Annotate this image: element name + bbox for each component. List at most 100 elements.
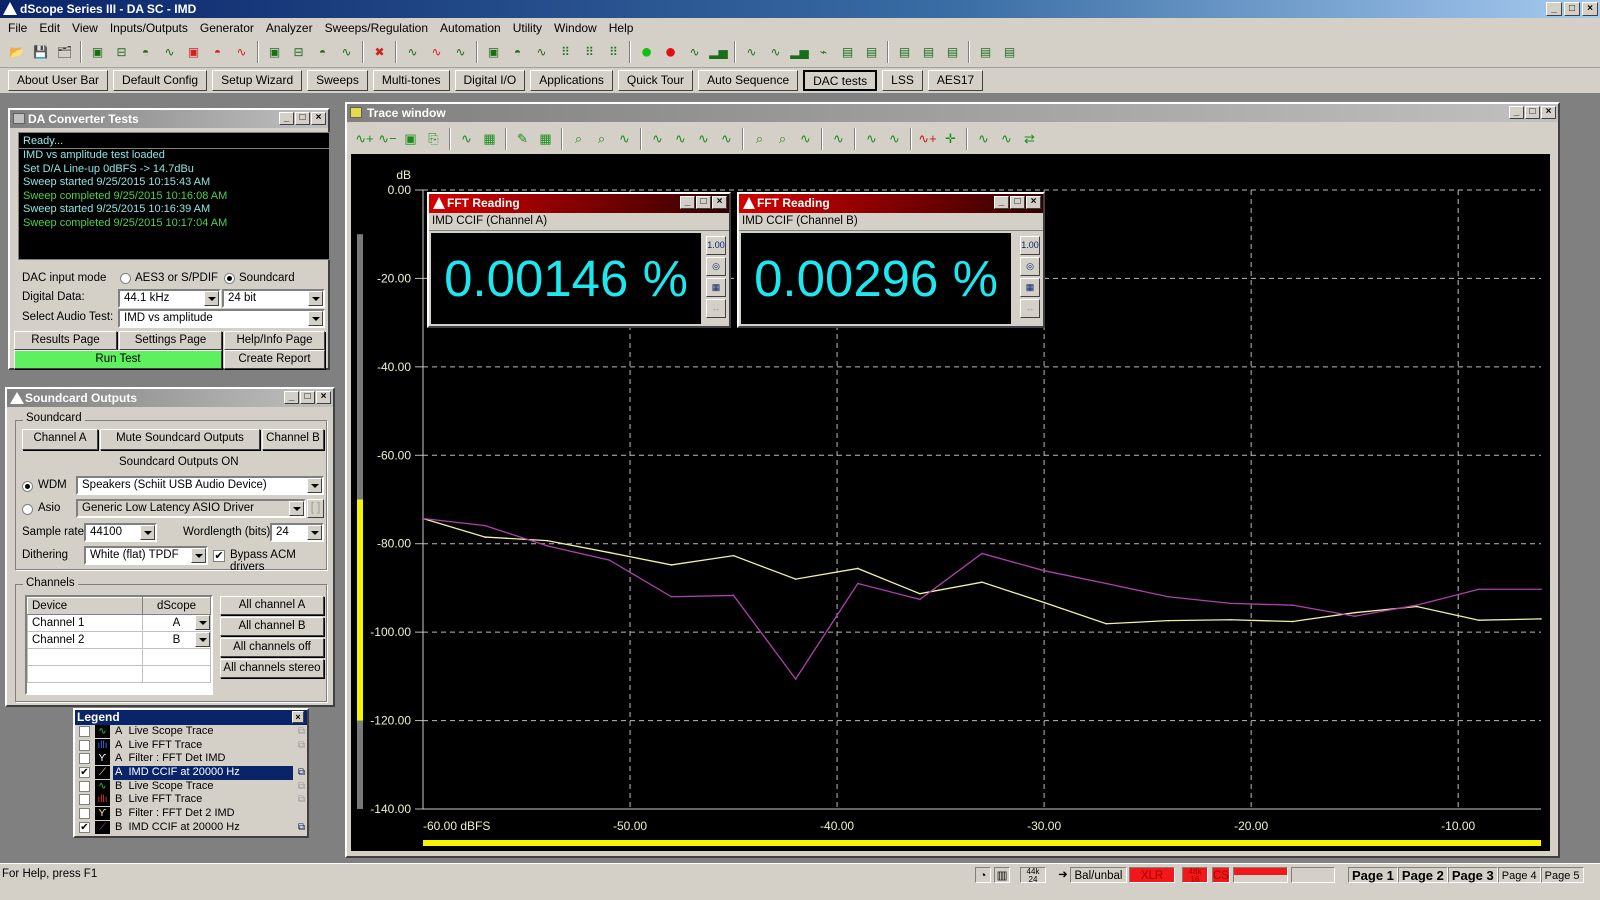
user-bar-applications-button[interactable]: Applications (530, 70, 613, 91)
channel-ab-icon[interactable]: ⠿ (603, 42, 624, 63)
numeric-icon[interactable]: ▦ (536, 129, 555, 150)
fft-wave-icon[interactable]: ∿ (684, 42, 705, 63)
close-button[interactable]: × (1582, 2, 1598, 16)
zoom-x-out-icon[interactable]: ⌕ (592, 129, 611, 150)
menu-window[interactable]: Window (548, 18, 603, 37)
legend-checkbox[interactable] (79, 726, 90, 737)
open-icon[interactable]: 📂 (6, 42, 27, 63)
page-tab-5[interactable]: Page 5 (1540, 867, 1584, 883)
close-button[interactable]: × (316, 391, 331, 404)
ab-wave-icon[interactable]: ∿ (531, 42, 552, 63)
gen-off-wave-icon[interactable]: ∿ (231, 42, 252, 63)
chevron-down-icon[interactable] (307, 478, 322, 493)
menu-edit[interactable]: Edit (33, 18, 66, 37)
asio-device-select[interactable]: Generic Low Latency ASIO Driver (76, 499, 306, 518)
page-tab-1[interactable]: Page 1 (1348, 867, 1398, 883)
chevron-down-icon[interactable] (307, 525, 322, 540)
zoom-y-out-icon[interactable]: ⌕ (773, 129, 792, 150)
fft-spectrum-icon[interactable]: ▂▅ (708, 42, 729, 63)
dscope-cell[interactable]: B (142, 631, 211, 649)
chevron-down-icon[interactable] (204, 291, 219, 306)
channel-a-icon[interactable]: ⠿ (555, 42, 576, 63)
minimize-button[interactable]: _ (1546, 2, 1562, 16)
menu-sweeps-regulation[interactable]: Sweeps/Regulation (319, 18, 434, 37)
legend-checkbox[interactable] (79, 753, 90, 765)
legend-checkbox[interactable] (79, 794, 90, 806)
user-bar-multi-tones-button[interactable]: Multi-tones (372, 70, 450, 91)
menu-view[interactable]: View (66, 18, 104, 37)
swap-icon[interactable]: ↔ (1020, 299, 1040, 318)
peak-up-icon[interactable]: ∿ (862, 129, 881, 150)
user-bar-dac-tests-button[interactable]: DAC tests (803, 70, 878, 91)
legend-item[interactable]: ıllı A Live FFT Trace ⧉ (75, 738, 307, 753)
copy-icon[interactable]: ⧉ (298, 766, 305, 780)
chevron-down-icon[interactable] (191, 548, 206, 563)
fit-icon[interactable]: ∿ (796, 129, 815, 150)
chevron-down-icon[interactable] (140, 525, 155, 540)
copy-icon[interactable]: ⧉ (298, 793, 305, 807)
remove-trace-icon[interactable]: ∿− (378, 129, 397, 150)
gen-off-meter-icon[interactable]: ▣ (183, 42, 204, 63)
menu-automation[interactable]: Automation (434, 18, 507, 37)
user-bar-aes17-button[interactable]: AES17 (927, 70, 984, 91)
in-meter-icon[interactable]: ▣ (264, 42, 285, 63)
ab-meter-icon[interactable]: ▣ (483, 42, 504, 63)
meter-icon[interactable]: 1.00 (1020, 236, 1040, 255)
dscope-cell[interactable]: A (142, 614, 211, 632)
limit-icon[interactable]: ∿ (997, 129, 1016, 150)
settings-icon[interactable]: ▦ (706, 278, 726, 297)
copy-icon[interactable]: ⧉ (298, 821, 305, 835)
trace-plot[interactable]: 0.00 -20.00 -40.00 -60.00 -80.00 -100.00 -120.… (351, 154, 1550, 851)
edit-icon[interactable]: ✎ (513, 129, 532, 150)
swap-icon[interactable]: ⇄ (1020, 129, 1039, 150)
user-bar-setup-wizard-button[interactable]: Setup Wizard (212, 70, 303, 91)
all-channels-stereo-button[interactable]: All channels stereo (220, 659, 324, 678)
audio-test-select[interactable]: IMD vs amplitude (118, 309, 325, 328)
maximize-button[interactable]: □ (696, 196, 711, 209)
script-edit-icon[interactable]: ▤ (942, 42, 963, 63)
settings-page-button[interactable]: Settings Page (119, 331, 222, 350)
wordlength-select[interactable]: 24 (270, 523, 324, 542)
create-report-button[interactable]: Create Report (224, 350, 325, 369)
meter-status-icon[interactable]: ▥ (994, 867, 1010, 883)
script-stop-icon[interactable]: ▤ (918, 42, 939, 63)
minimize-button[interactable]: _ (279, 112, 294, 125)
close-button[interactable]: × (712, 196, 727, 209)
in-wave-icon[interactable]: ∿ (336, 42, 357, 63)
swap-icon[interactable]: ↔ (706, 299, 726, 318)
user-bar-about-user-bar-button[interactable]: About User Bar (8, 70, 109, 91)
gauge-icon[interactable]: ◎ (706, 257, 726, 276)
menu-inputs-outputs[interactable]: Inputs/Outputs (104, 18, 194, 37)
user-bar-default-config-button[interactable]: Default Config (113, 70, 208, 91)
save-all-icon[interactable]: 🗂 (54, 42, 75, 63)
cursor-up-icon[interactable]: ∿ (694, 129, 713, 150)
menu-help[interactable]: Help (603, 18, 640, 37)
legend-checkbox[interactable]: ✔ (79, 821, 90, 833)
bypass-acm-checkbox[interactable]: ✔ (213, 550, 225, 562)
menu-utility[interactable]: Utility (507, 18, 548, 37)
minimize-button[interactable]: _ (284, 391, 299, 404)
trace-table-icon[interactable]: ▦ (480, 129, 499, 150)
maximize-button[interactable]: □ (1525, 106, 1540, 119)
report-icon[interactable]: ▤ (975, 42, 996, 63)
user-bar-auto-sequence-button[interactable]: Auto Sequence (698, 70, 799, 91)
results-page-button[interactable]: Results Page (14, 331, 117, 350)
peak-down-icon[interactable]: ∿ (885, 129, 904, 150)
maximize-button[interactable]: □ (300, 391, 315, 404)
sweep-off-icon[interactable]: ∿ (426, 42, 447, 63)
legend-item[interactable]: ıllı B Live FFT Trace ⧉ (75, 793, 307, 807)
dithering-select[interactable]: White (flat) TPDF (84, 546, 208, 565)
user-bar-quick-tour-button[interactable]: Quick Tour (617, 70, 694, 91)
settings-icon[interactable]: ▦ (1020, 278, 1040, 297)
save-icon[interactable]: 💾 (30, 42, 51, 63)
trace-view-icon[interactable]: ∿ (457, 129, 476, 150)
chevron-down-icon[interactable] (308, 291, 323, 306)
bit-depth-select[interactable]: 24 bit (222, 289, 325, 308)
user-bar-lss-button[interactable]: LSS (882, 70, 923, 91)
run-test-button[interactable]: Run Test (14, 350, 222, 369)
ab-gauge-icon[interactable]: ◓ (507, 42, 528, 63)
save-trace-icon[interactable]: ▣ (401, 129, 420, 150)
close-button[interactable]: × (1541, 106, 1556, 119)
page-tab-4[interactable]: Page 4 (1497, 867, 1541, 883)
sweep-icon[interactable]: ∿ (402, 42, 423, 63)
